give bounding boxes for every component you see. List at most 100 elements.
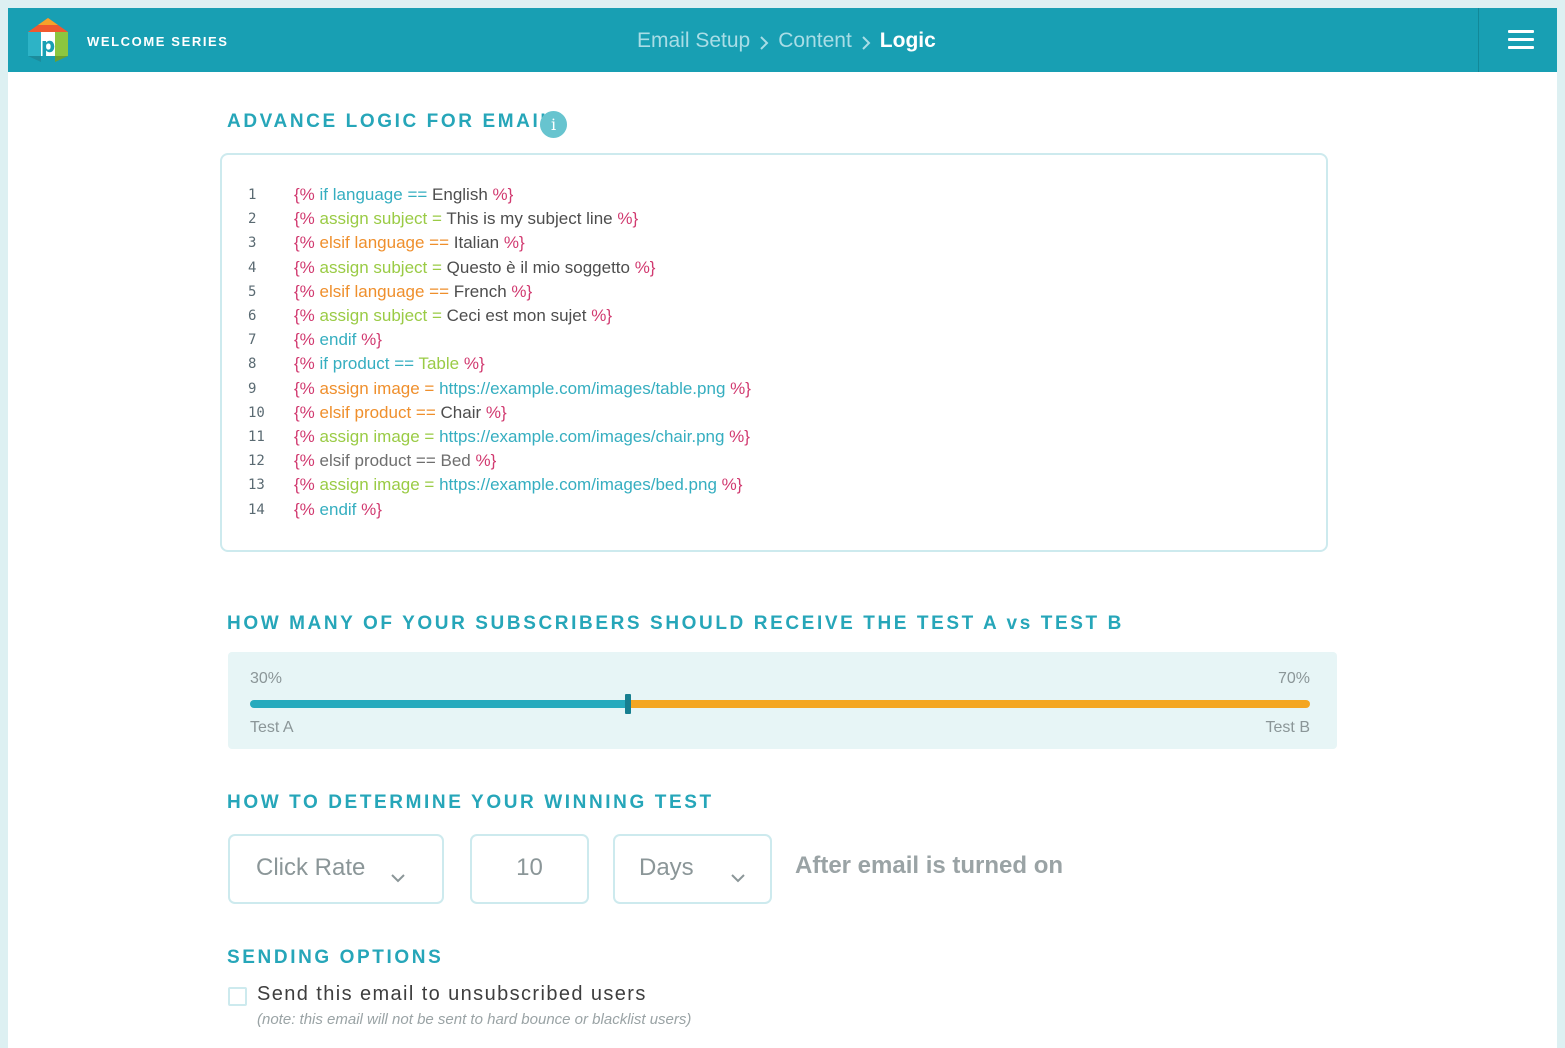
code-text: {% assign image = https://example.com/im… <box>294 427 750 447</box>
code-token: == <box>415 402 441 422</box>
code-text: {% endif %} <box>294 500 382 520</box>
slider-handle[interactable] <box>625 694 631 714</box>
line-number: 14 <box>248 501 265 518</box>
code-line: 2 {% assign subject = This is my subject … <box>222 207 1322 231</box>
breadcrumb-content[interactable]: Content <box>778 29 852 53</box>
code-token: %} <box>492 185 514 204</box>
code-token: assign subject <box>319 257 432 277</box>
code-token: elsif product == Bed <box>319 451 476 471</box>
code-line: 12 {% elsif product == Bed %} <box>222 449 1322 473</box>
code-token: {% <box>294 354 320 374</box>
chevron-right-icon <box>861 33 871 50</box>
code-text: {% assign image = https://example.com/im… <box>294 379 751 399</box>
code-token: {% <box>294 499 320 519</box>
code-line: 9 {% assign image = https://example.com/i… <box>222 377 1322 401</box>
line-number: 9 <box>248 380 257 397</box>
code-token: == <box>429 233 454 253</box>
info-icon[interactable]: i <box>540 111 567 138</box>
code-token: https://example.com/images/chair.png <box>439 427 730 446</box>
line-number: 1 <box>248 187 257 203</box>
series-title: WELCOME SERIES <box>87 34 229 49</box>
code-token: {% <box>294 427 320 446</box>
code-text: {% assign image = https://example.com/im… <box>294 475 742 495</box>
app-window: p WELCOME SERIES Email Setup Content Log… <box>8 8 1557 1048</box>
code-token: endif <box>319 499 362 519</box>
code-token: Ceci est mon sujet <box>446 306 592 325</box>
split-section-title: HOW MANY OF YOUR SUBSCRIBERS SHOULD RECE… <box>227 613 1124 634</box>
code-token: {% <box>294 330 320 350</box>
code-token: assign image <box>319 475 425 495</box>
duration-input[interactable]: 10 <box>470 834 589 904</box>
code-token: %} <box>591 306 612 325</box>
line-number: 6 <box>248 308 257 324</box>
code-token: assign subject <box>319 306 432 325</box>
code-token: https://example.com/images/table.png <box>439 378 731 398</box>
code-line: 7 {% endif %} <box>222 328 1322 352</box>
slider-track-test-b[interactable] <box>628 700 1310 708</box>
code-token: if language <box>319 185 408 204</box>
code-token: %} <box>361 330 382 350</box>
unsubscribed-checkbox-label[interactable]: Send this email to unsubscribed users <box>257 983 647 1006</box>
unit-select[interactable]: Days <box>613 834 772 904</box>
logic-code-editor[interactable]: 1 {% if language == English %} 2 {% assign … <box>220 153 1328 552</box>
hamburger-menu-icon[interactable] <box>1508 30 1534 50</box>
code-token: {% <box>294 402 320 422</box>
code-token: %} <box>511 281 533 301</box>
code-token: {% <box>294 475 320 495</box>
code-line: 11 {% assign image = https://example.com/… <box>222 425 1322 449</box>
code-token: French <box>453 281 512 301</box>
top-bar: p WELCOME SERIES Email Setup Content Log… <box>8 8 1557 72</box>
code-token: %} <box>485 402 507 422</box>
code-token: {% <box>294 378 320 398</box>
code-text: {% assign subject = Questo è il mio sogg… <box>294 258 655 278</box>
code-token: = <box>424 475 440 495</box>
line-number: 10 <box>248 404 265 421</box>
code-token: %} <box>729 427 750 446</box>
breadcrumb-logic[interactable]: Logic <box>880 29 936 53</box>
code-line: 5 {% elsif language == French %} <box>222 280 1322 304</box>
line-number: 13 <box>248 477 265 494</box>
code-text: {% elsif product == Bed %} <box>294 451 496 471</box>
test-b-label: Test B <box>1265 719 1310 736</box>
chevron-down-icon <box>390 862 406 883</box>
chevron-down-icon <box>730 862 746 883</box>
code-line: 14 {% endif %} <box>222 498 1322 522</box>
breadcrumb-email-setup[interactable]: Email Setup <box>637 29 750 53</box>
line-number: 8 <box>248 356 257 373</box>
code-token: {% <box>294 257 320 277</box>
sending-options-title: SENDING OPTIONS <box>227 947 444 968</box>
code-token: {% <box>294 451 320 471</box>
code-token: elsif language <box>319 233 430 253</box>
code-text: {% if language == English %} <box>294 185 513 205</box>
metric-select-value: Click Rate <box>256 854 366 881</box>
code-line: 8 {% if product == Table %} <box>222 352 1322 376</box>
code-token: %} <box>463 354 485 374</box>
line-number: 12 <box>248 453 265 470</box>
unit-select-value: Days <box>639 854 694 881</box>
duration-input-value: 10 <box>516 854 543 881</box>
code-line: 13 {% assign image = https://example.com/… <box>222 473 1322 497</box>
slider-track-test-a[interactable] <box>250 700 628 708</box>
code-token: endif <box>319 330 362 350</box>
svg-text:p: p <box>41 33 55 57</box>
code-token: assign image <box>319 427 425 446</box>
line-number: 7 <box>248 332 257 349</box>
code-token: English <box>432 185 493 204</box>
code-text: {% elsif language == Italian %} <box>294 233 525 253</box>
chevron-right-icon <box>759 33 769 50</box>
code-token: == <box>394 354 419 374</box>
advance-logic-title: ADVANCE LOGIC FOR EMAIL <box>227 111 555 132</box>
code-token: {% <box>294 306 320 325</box>
code-token: %} <box>721 475 743 495</box>
unsubscribed-checkbox[interactable] <box>228 987 247 1006</box>
code-token: {% <box>294 185 320 204</box>
code-text: {% endif %} <box>294 330 382 350</box>
code-line: 6 {% assign subject = Ceci est mon sujet … <box>222 304 1322 328</box>
code-token: = <box>431 209 447 229</box>
brand-logo-icon[interactable]: p <box>28 18 68 62</box>
code-line: 10 {% elsif product == Chair %} <box>222 401 1322 425</box>
code-token: = <box>431 257 447 277</box>
winning-test-title: HOW TO DETERMINE YOUR WINNING TEST <box>227 792 714 813</box>
metric-select[interactable]: Click Rate <box>228 834 444 904</box>
sending-note: (note: this email will not be sent to ha… <box>257 1011 692 1028</box>
